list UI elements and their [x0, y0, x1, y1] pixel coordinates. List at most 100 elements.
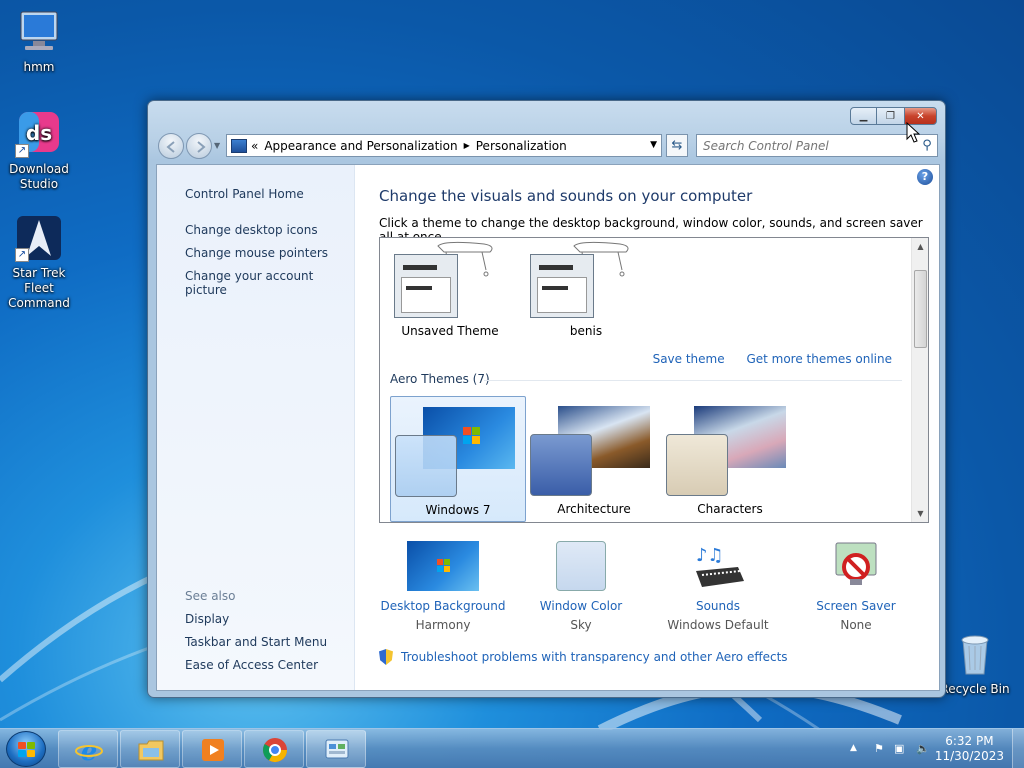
- theme-label: benis: [569, 324, 603, 338]
- theme-label: Architecture: [557, 502, 631, 516]
- theme-item-architecture[interactable]: Architecture: [526, 396, 662, 522]
- ease-of-access-link[interactable]: Ease of Access Center: [185, 658, 318, 672]
- taskbar-start-menu-link[interactable]: Taskbar and Start Menu: [185, 635, 327, 649]
- address-overflow[interactable]: «: [251, 139, 258, 153]
- window-content: Control Panel Home Change desktop icons …: [156, 164, 940, 691]
- theme-item-characters[interactable]: Characters: [662, 396, 798, 522]
- address-bar[interactable]: « Appearance and Personalization ▶ Perso…: [226, 134, 662, 157]
- back-arrow-icon: [166, 141, 175, 153]
- aero-themes-header[interactable]: Aero Themes (7): [390, 372, 901, 386]
- theme-list-scrollbar[interactable]: ▲ ▼: [911, 238, 928, 522]
- search-box: ⚲: [696, 134, 938, 157]
- show-desktop-button[interactable]: [1012, 729, 1024, 768]
- change-desktop-icons-link[interactable]: Change desktop icons: [185, 223, 318, 237]
- sounds-value: Windows Default: [667, 618, 769, 632]
- back-button[interactable]: [158, 133, 184, 159]
- mouse-cursor-icon: [906, 122, 920, 143]
- breadcrumb-personalization[interactable]: Personalization: [476, 139, 567, 153]
- color-swatch: [530, 434, 592, 496]
- search-icon[interactable]: ⚲: [917, 138, 937, 153]
- desktop-background-item[interactable]: Desktop Background Harmony: [373, 541, 513, 632]
- forward-arrow-icon: [197, 141, 206, 153]
- forward-button[interactable]: [186, 133, 212, 159]
- screen-saver-value: None: [840, 618, 872, 632]
- media-player-icon: [199, 736, 227, 764]
- maximize-button[interactable]: ❐: [877, 107, 904, 125]
- get-more-themes-link[interactable]: Get more themes online: [746, 352, 892, 366]
- desktop-icon-download-studio[interactable]: ds ↗ Download Studio: [0, 110, 78, 192]
- color-swatch: [666, 434, 728, 496]
- save-theme-link[interactable]: Save theme: [653, 352, 725, 366]
- taskbar-chrome[interactable]: [244, 730, 304, 768]
- clock[interactable]: 6:32 PM 11/30/2023: [935, 734, 1004, 764]
- restore-icon: ❐: [886, 110, 895, 122]
- shield-icon: [379, 649, 393, 665]
- volume-muted-icon[interactable]: 🔈: [916, 742, 930, 756]
- download-studio-icon: ds ↗: [15, 110, 63, 158]
- theme-item-unsaved[interactable]: Unsaved Theme: [380, 238, 520, 338]
- clock-date: 11/30/2023: [934, 749, 1004, 763]
- personalization-window: ▁ ❐ ✕ ▼ « Appearance and Personalization…: [147, 100, 946, 698]
- change-account-picture-link[interactable]: Change your account picture: [185, 269, 354, 297]
- desktop-icon-computer[interactable]: hmm: [0, 8, 78, 75]
- computer-icon: [15, 8, 63, 56]
- desktop-icon-label: hmm: [23, 60, 55, 74]
- desktop-icon-star-trek[interactable]: ↗ Star Trek Fleet Command: [0, 214, 78, 311]
- troubleshoot-link[interactable]: Troubleshoot problems with transparency …: [379, 649, 788, 665]
- shortcut-arrow-icon: ↗: [15, 144, 29, 158]
- search-input[interactable]: [697, 138, 917, 153]
- network-icon[interactable]: ▣: [894, 742, 908, 756]
- taskbar: e ▲ ⚑ ▣ 🔈 6:32 PM 11/30/2023: [0, 728, 1024, 768]
- troubleshoot-text: Troubleshoot problems with transparency …: [401, 650, 788, 664]
- taskbar-file-explorer[interactable]: [120, 730, 180, 768]
- breadcrumb-appearance[interactable]: Appearance and Personalization: [264, 139, 457, 153]
- refresh-button[interactable]: ⇆: [666, 134, 688, 157]
- theme-settings: Desktop Background Harmony Window Color …: [373, 541, 933, 637]
- display-link[interactable]: Display: [185, 612, 229, 626]
- control-panel-home-link[interactable]: Control Panel Home: [185, 187, 304, 201]
- theme-label: Unsaved Theme: [401, 324, 499, 338]
- control-panel-icon: [231, 138, 247, 153]
- desktop-background-value: Harmony: [415, 618, 471, 632]
- screen-saver-item[interactable]: Screen Saver None: [786, 541, 926, 632]
- desktop-icon-recycle-bin[interactable]: Recycle Bin: [936, 630, 1014, 697]
- recycle-bin-icon: [951, 630, 999, 678]
- desktop-icon-label: Recycle Bin: [940, 682, 1010, 696]
- theme-preview: [380, 238, 520, 318]
- recent-pages-dropdown[interactable]: ▼: [214, 141, 220, 150]
- action-center-icon[interactable]: ⚑: [874, 742, 888, 756]
- main-pane: ? Change the visuals and sounds on your …: [355, 165, 939, 690]
- start-button[interactable]: [6, 731, 46, 767]
- theme-actions: Save theme Get more themes online: [635, 352, 892, 366]
- control-panel-icon: [323, 736, 351, 764]
- desktop-background-icon: [407, 541, 479, 591]
- refresh-icon: ⇆: [671, 138, 683, 153]
- taskbar-control-panel[interactable]: [306, 730, 366, 768]
- help-icon[interactable]: ?: [917, 169, 933, 185]
- theme-label: Windows 7: [425, 503, 491, 517]
- clock-time: 6:32 PM: [945, 734, 994, 748]
- theme-item-benis[interactable]: benis: [516, 238, 656, 338]
- svg-text:e: e: [81, 737, 98, 764]
- close-icon: ✕: [916, 110, 925, 122]
- window-color-item[interactable]: Window Color Sky: [511, 541, 651, 632]
- taskbar-internet-explorer[interactable]: e: [58, 730, 118, 768]
- desktop-background-label: Desktop Background: [380, 599, 506, 613]
- taskbar-media-player[interactable]: [182, 730, 242, 768]
- theme-item-windows7[interactable]: Windows 7: [390, 396, 526, 522]
- star-trek-icon: ↗: [15, 214, 63, 262]
- show-hidden-icons[interactable]: ▲: [850, 743, 864, 757]
- sounds-item[interactable]: ♪♫ Sounds Windows Default: [648, 541, 788, 632]
- theme-preview: [516, 238, 656, 318]
- screen-saver-label: Screen Saver: [816, 599, 896, 613]
- shortcut-arrow-icon: ↗: [15, 248, 29, 262]
- scroll-down-icon[interactable]: ▼: [912, 505, 928, 522]
- task-pane: Control Panel Home Change desktop icons …: [157, 165, 355, 690]
- svg-text:♪♫: ♪♫: [696, 545, 724, 566]
- address-dropdown-icon[interactable]: ▼: [650, 140, 657, 150]
- window-controls: ▁ ❐ ✕: [850, 107, 937, 125]
- scroll-thumb[interactable]: [914, 270, 927, 348]
- change-mouse-pointers-link[interactable]: Change mouse pointers: [185, 246, 328, 260]
- minimize-button[interactable]: ▁: [850, 107, 877, 125]
- scroll-up-icon[interactable]: ▲: [912, 238, 928, 255]
